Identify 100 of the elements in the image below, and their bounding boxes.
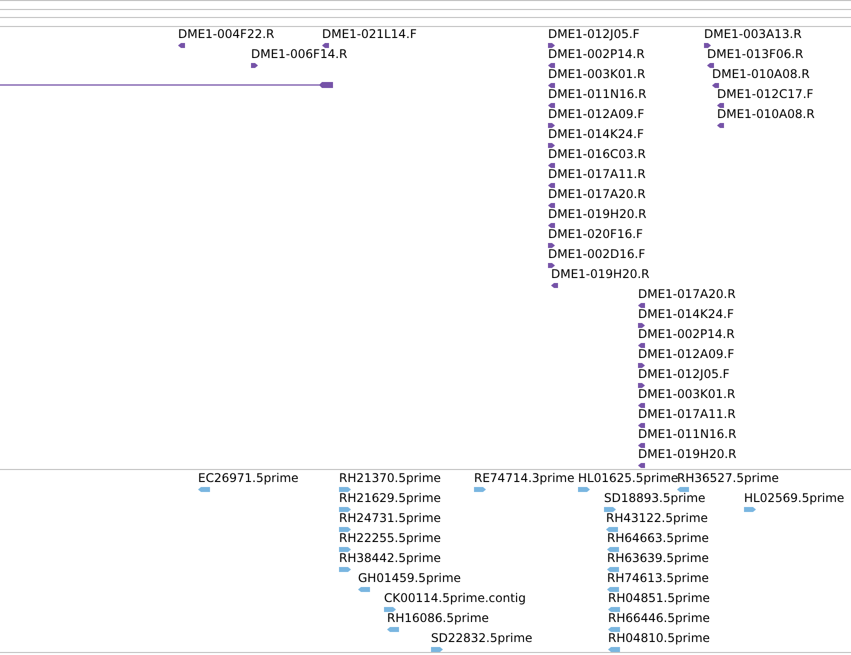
feature-label[interactable]: RH66446.5prime bbox=[608, 611, 710, 625]
left-arrow-icon bbox=[707, 63, 714, 68]
right-arrow-icon bbox=[638, 363, 645, 368]
feature-label[interactable]: RH04851.5prime bbox=[608, 591, 710, 605]
left-arrow-icon bbox=[178, 43, 185, 48]
left-arrow-icon bbox=[638, 303, 645, 308]
feature-label[interactable]: DME1-012J05.F bbox=[638, 367, 730, 381]
feature-label[interactable]: DME1-012A09.F bbox=[548, 107, 644, 121]
left-arrow-icon bbox=[712, 83, 719, 88]
left-arrow-icon bbox=[677, 487, 689, 492]
feature-label[interactable]: SD18893.5prime bbox=[604, 491, 706, 505]
feature-label[interactable]: RH21629.5prime bbox=[339, 491, 441, 505]
left-arrow-icon bbox=[638, 403, 645, 408]
feature-label[interactable]: RH22255.5prime bbox=[339, 531, 441, 545]
left-arrow-icon bbox=[717, 103, 724, 108]
right-arrow-icon bbox=[431, 647, 443, 652]
left-arrow-icon bbox=[638, 343, 645, 348]
left-arrow-icon bbox=[607, 567, 619, 572]
right-arrow-icon bbox=[548, 123, 555, 128]
feature-label[interactable]: HL01625.5prime bbox=[578, 471, 678, 485]
feature-label[interactable]: DME1-011N16.R bbox=[548, 87, 646, 101]
feature-label[interactable]: DME1-012A09.F bbox=[638, 347, 734, 361]
feature-label[interactable]: DME1-014K24.F bbox=[638, 307, 734, 321]
right-arrow-icon bbox=[251, 63, 258, 68]
feature-label[interactable]: DME1-020F16.F bbox=[548, 227, 643, 241]
left-arrow-icon bbox=[548, 223, 555, 228]
left-arrow-icon bbox=[548, 83, 555, 88]
feature-label[interactable]: HL02569.5prime bbox=[744, 491, 844, 505]
feature-label[interactable]: DME1-012C17.F bbox=[717, 87, 814, 101]
left-arrow-icon bbox=[198, 487, 210, 492]
feature-label[interactable]: RH24731.5prime bbox=[339, 511, 441, 525]
right-arrow-icon bbox=[578, 487, 590, 492]
feature-label[interactable]: DME1-016C03.R bbox=[548, 147, 646, 161]
left-arrow-icon bbox=[638, 423, 645, 428]
right-arrow-icon bbox=[548, 243, 555, 248]
left-arrow-icon bbox=[548, 163, 555, 168]
left-arrow-icon bbox=[717, 123, 724, 128]
feature-label[interactable]: RH36527.5prime bbox=[677, 471, 779, 485]
left-arrow-icon bbox=[608, 607, 620, 612]
feature-label[interactable]: DME1-019H20.R bbox=[638, 447, 736, 461]
right-arrow-icon bbox=[384, 607, 396, 612]
left-arrow-icon bbox=[608, 627, 620, 632]
feature-label[interactable]: DME1-004F22.R bbox=[178, 27, 274, 41]
right-arrow-icon bbox=[704, 43, 711, 48]
feature-label[interactable]: DME1-003A13.R bbox=[704, 27, 802, 41]
feature-label[interactable]: DME1-017A20.R bbox=[548, 187, 646, 201]
left-arrow-icon bbox=[551, 283, 558, 288]
feature-label[interactable]: RH04810.5prime bbox=[608, 631, 710, 645]
feature-label[interactable]: RH21370.5prime bbox=[339, 471, 441, 485]
feature-label[interactable]: DME1-021L14.F bbox=[322, 27, 417, 41]
feature-label[interactable]: RH64663.5prime bbox=[607, 531, 709, 545]
feature-label[interactable]: DME1-017A20.R bbox=[638, 287, 736, 301]
feature-label[interactable]: RE74714.3prime bbox=[474, 471, 574, 485]
right-arrow-icon bbox=[638, 323, 645, 328]
right-arrow-icon bbox=[744, 507, 756, 512]
feature-label[interactable]: DME1-003K01.R bbox=[638, 387, 736, 401]
feature-label[interactable]: DME1-019H20.R bbox=[548, 207, 646, 221]
feature-label[interactable]: RH38442.5prime bbox=[339, 551, 441, 565]
right-arrow-icon bbox=[548, 43, 555, 48]
left-arrow-icon bbox=[548, 183, 555, 188]
right-arrow-icon bbox=[604, 507, 616, 512]
left-arrow-icon bbox=[387, 627, 399, 632]
feature-label[interactable]: DME1-017A11.R bbox=[638, 407, 736, 421]
feature-label[interactable]: RH74613.5prime bbox=[607, 571, 709, 585]
feature-label[interactable]: DME1-002D16.F bbox=[548, 247, 646, 261]
feature-label[interactable]: RH16086.5prime bbox=[387, 611, 489, 625]
feature-label[interactable]: DME1-002P14.R bbox=[548, 47, 645, 61]
feature-label[interactable]: DME1-014K24.F bbox=[548, 127, 644, 141]
left-arrow-icon bbox=[607, 587, 619, 592]
feature-label[interactable]: EC26971.5prime bbox=[198, 471, 299, 485]
right-arrow-icon bbox=[339, 547, 351, 552]
feature-label[interactable]: RH43122.5prime bbox=[606, 511, 708, 525]
left-arrow-icon bbox=[358, 587, 370, 592]
feature-label[interactable]: DME1-013F06.R bbox=[707, 47, 804, 61]
feature-label[interactable]: DME1-019H20.R bbox=[551, 267, 650, 281]
feature-label[interactable]: DME1-017A11.R bbox=[548, 167, 646, 181]
right-arrow-icon bbox=[474, 487, 486, 492]
left-arrow-icon bbox=[608, 647, 620, 652]
right-arrow-icon bbox=[548, 263, 555, 268]
feature-label[interactable]: DME1-003K01.R bbox=[548, 67, 646, 81]
feature-label[interactable]: DME1-010A08.R bbox=[717, 107, 815, 121]
right-arrow-icon bbox=[339, 507, 351, 512]
feature-label[interactable]: RH63639.5prime bbox=[607, 551, 709, 565]
right-arrow-icon bbox=[339, 567, 351, 572]
left-arrow-icon bbox=[322, 43, 329, 48]
feature-label[interactable]: CK00114.5prime.contig bbox=[384, 591, 526, 605]
right-arrow-icon bbox=[339, 487, 351, 492]
right-arrow-icon bbox=[339, 527, 351, 532]
feature-label[interactable]: DME1-012J05.F bbox=[548, 27, 640, 41]
right-arrow-icon bbox=[638, 383, 645, 388]
feature-label[interactable]: DME1-006F14.R bbox=[251, 47, 348, 61]
feature-label[interactable]: DME1-010A08.R bbox=[712, 67, 810, 81]
left-arrow-icon bbox=[606, 527, 618, 532]
feature-label[interactable]: DME1-011N16.R bbox=[638, 427, 736, 441]
feature-label[interactable]: SD22832.5prime bbox=[431, 631, 532, 645]
left-arrow-icon bbox=[638, 463, 645, 468]
left-arrow-icon bbox=[638, 443, 645, 448]
left-arrow-icon bbox=[548, 103, 555, 108]
feature-label[interactable]: DME1-002P14.R bbox=[638, 327, 735, 341]
feature-label[interactable]: GH01459.5prime bbox=[358, 571, 461, 585]
